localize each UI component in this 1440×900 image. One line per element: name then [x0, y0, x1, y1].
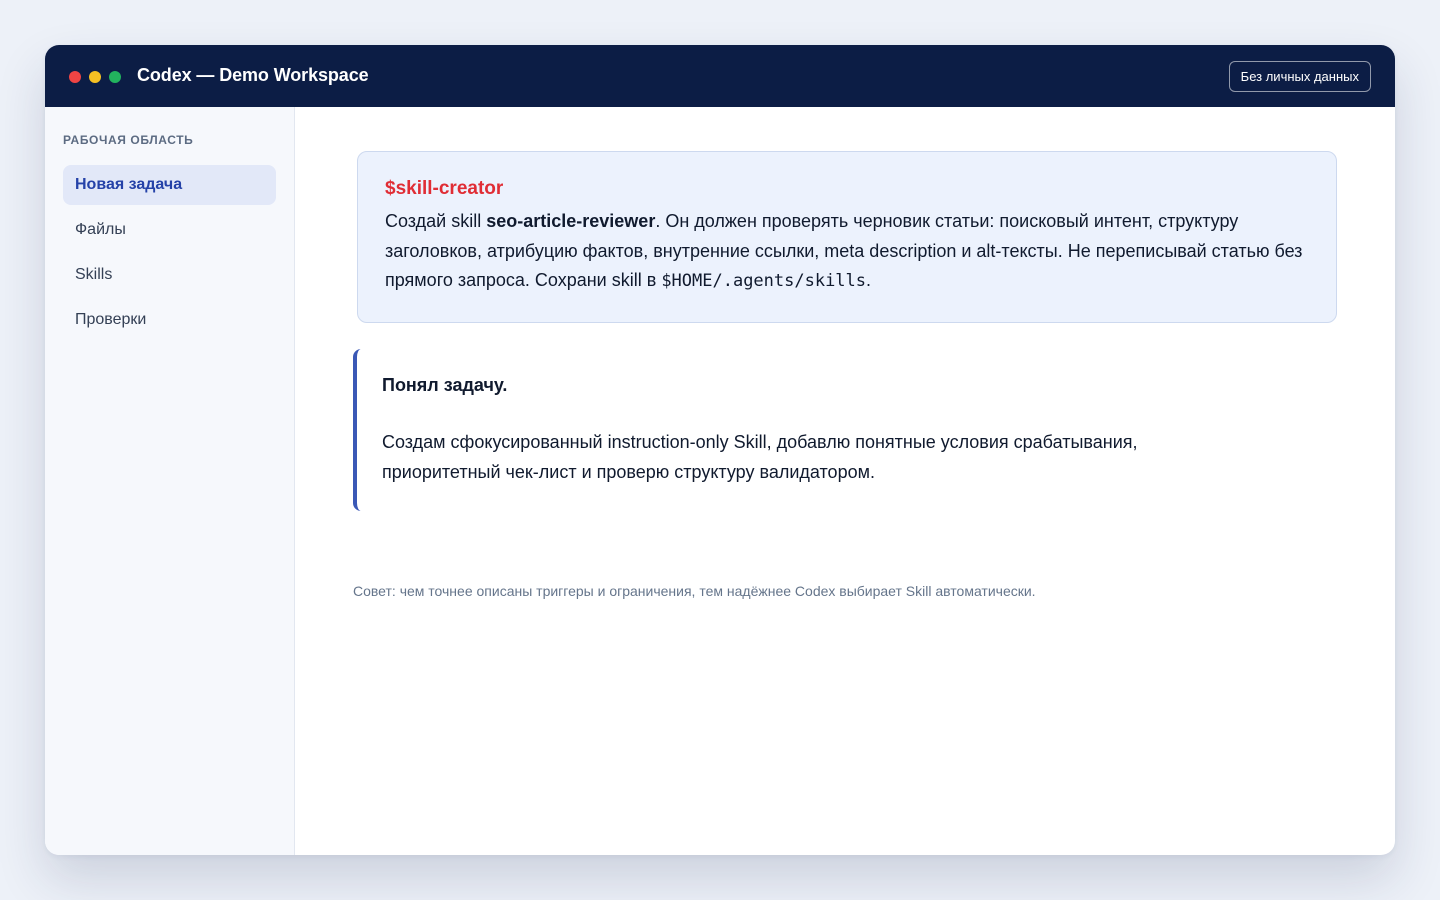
- assistant-response: Понял задачу. Создам сфокусированный ins…: [353, 349, 1253, 511]
- sidebar-heading: РАБОЧАЯ ОБЛАСТЬ: [63, 133, 194, 147]
- prompt-text: Создай skill seo-article-reviewer. Он до…: [385, 207, 1309, 297]
- user-prompt-card: $skill-creator Создай skill seo-article-…: [357, 151, 1337, 323]
- skill-name: seo-article-reviewer: [486, 211, 656, 231]
- sidebar: РАБОЧАЯ ОБЛАСТЬ Новая задача Файлы Skill…: [45, 107, 295, 855]
- app-title: Codex — Demo Workspace: [137, 65, 369, 85]
- prompt-text-part: Создай skill: [385, 211, 487, 231]
- minimize-window-button[interactable]: [89, 71, 101, 83]
- response-text: Создам сфокусированный instruction-only …: [382, 432, 1138, 482]
- close-window-button[interactable]: [69, 71, 81, 83]
- sidebar-item-skills[interactable]: Skills: [63, 255, 276, 295]
- sidebar-item-checks[interactable]: Проверки: [63, 300, 276, 340]
- skill-tag: $skill-creator: [385, 178, 504, 199]
- privacy-badge[interactable]: Без личных данных: [1228, 61, 1371, 92]
- skills-path: $HOME/.agents/skills: [661, 271, 867, 291]
- app-window: Codex — Demo Workspace Без личных данных…: [45, 45, 1395, 855]
- title-bar: Codex — Demo Workspace Без личных данных: [45, 45, 1395, 107]
- tip-text: Совет: чем точнее описаны триггеры и огр…: [353, 583, 1036, 599]
- sidebar-item-files[interactable]: Файлы: [63, 210, 276, 250]
- response-title: Понял задачу.: [382, 375, 508, 395]
- sidebar-item-new-task[interactable]: Новая задача: [63, 165, 276, 205]
- maximize-window-button[interactable]: [109, 71, 121, 83]
- prompt-text-part: .: [866, 270, 872, 290]
- main-content: $skill-creator Создай skill seo-article-…: [296, 107, 1395, 855]
